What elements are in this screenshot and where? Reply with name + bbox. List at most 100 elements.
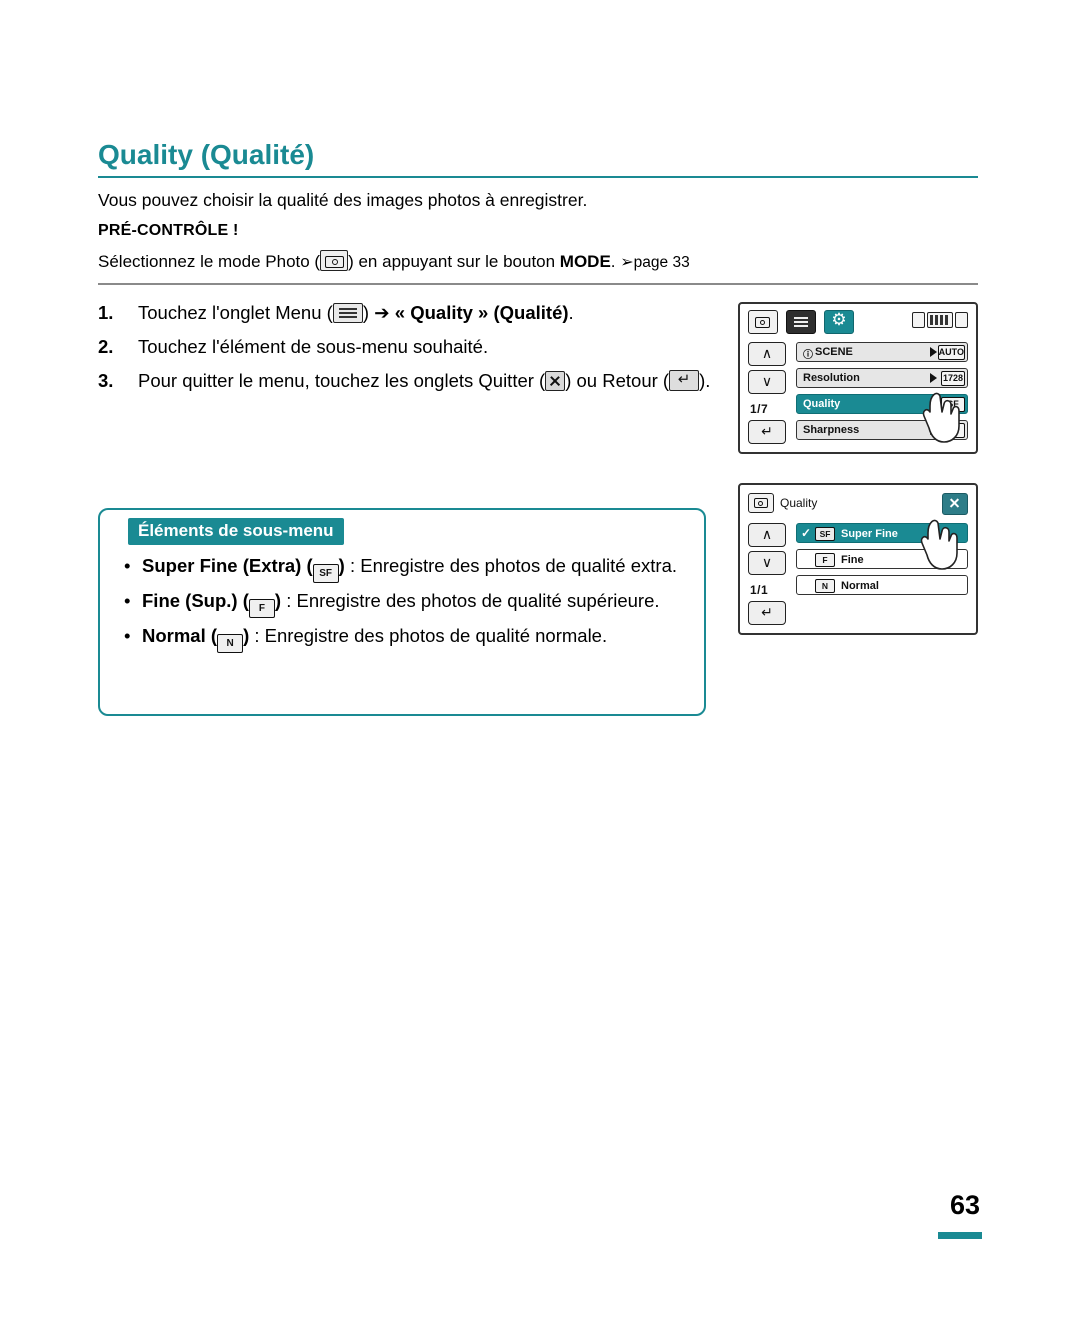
menu-tab-icon-device[interactable] xyxy=(786,310,816,334)
scroll-down-button[interactable]: ∨ xyxy=(748,370,786,394)
device-screen-quality: Quality ∧ ∨ 1/1 ↵ ✓ SF Super Fine F Fine xyxy=(738,483,978,635)
quality-screen-header: Quality xyxy=(748,493,817,513)
settings-gear-icon[interactable] xyxy=(824,310,854,334)
scroll-up-button[interactable]: ∧ xyxy=(748,342,786,366)
step-1-part4: . xyxy=(568,302,574,323)
step-1-part3: « Quality » (Qualité) xyxy=(389,302,569,323)
option-super-fine-icon: SF xyxy=(815,527,835,541)
submenu-heading: Éléments de sous-menu xyxy=(128,518,344,545)
step-2: 2. Touchez l'élément de sous-menu souhait… xyxy=(98,332,718,362)
option-fine-label: Fine xyxy=(841,554,864,566)
menu-row-sharpness-arrow-icon xyxy=(930,425,937,435)
quality-screen-title: Quality xyxy=(780,496,818,510)
quality-scroll-up-arrow: ∧ xyxy=(761,526,773,542)
memory-icon xyxy=(955,312,968,328)
option-fine[interactable]: F Fine xyxy=(796,549,968,569)
step-2-number: 2. xyxy=(98,336,114,357)
menu-row-scene-label: SCENE xyxy=(815,346,853,358)
menu-row-resolution-value: 1728 xyxy=(941,371,965,386)
super-fine-icon: SF xyxy=(312,564,339,583)
precheck-text: Sélectionnez le mode Photo ( ) en appuyan… xyxy=(98,250,690,275)
option-fine-icon: F xyxy=(815,553,835,567)
page-indicator: 1/7 xyxy=(750,402,769,416)
scene-mode-icon: ⓘ xyxy=(803,350,813,361)
camera-tab-icon[interactable] xyxy=(748,310,778,334)
step-3: 3. Pour quitter le menu, touchez les ongl… xyxy=(98,366,718,396)
scroll-down-arrow: ∨ xyxy=(761,373,773,389)
menu-row-quality-arrow-icon xyxy=(930,399,937,409)
title-divider xyxy=(98,176,978,178)
submenu-item-1-desc: : Enregistre des photos de qualité supér… xyxy=(281,590,660,611)
submenu-item-super-fine: • Super Fine (Extra) (SF) : Enregistre de… xyxy=(120,552,692,583)
step-3-part2: ) ou Retour ( xyxy=(565,370,670,391)
precheck-label: PRÉ-CONTRÔLE ! xyxy=(98,222,239,239)
menu-tab-icon xyxy=(332,303,363,323)
quality-scroll-up-button[interactable]: ∧ xyxy=(748,523,786,547)
option-super-fine[interactable]: ✓ SF Super Fine xyxy=(796,523,968,543)
step-3-part1: Pour quitter le menu, touchez les onglet… xyxy=(138,370,546,391)
close-icon[interactable] xyxy=(942,493,968,515)
device-screen-menu: ∧ ∨ 1/7 ↵ ⓘ SCENE AUTO Resolution 1728 xyxy=(738,302,978,454)
menu-row-scene-arrow-icon xyxy=(930,347,937,357)
status-indicators xyxy=(912,312,968,328)
submenu-item-2-desc: : Enregistre des photos de qualité norma… xyxy=(249,625,608,646)
step-1-part1: Touchez l'onglet Menu ( xyxy=(138,302,333,323)
option-super-fine-check-icon: ✓ xyxy=(801,526,812,540)
return-tab-icon xyxy=(669,370,700,391)
submenu-item-1-name: Fine (Sup.) xyxy=(142,590,238,611)
menu-row-resolution[interactable]: Resolution 1728 xyxy=(796,368,968,388)
mode-button-word: MODE xyxy=(559,252,611,271)
submenu-item-0-desc: : Enregistre des photos de qualité extra… xyxy=(344,555,677,576)
submenu-item-normal: • Normal (N) : Enregistre des photos de q… xyxy=(120,622,692,653)
step-1-arrow: ➔ xyxy=(374,302,390,323)
bullet-2: • xyxy=(124,590,131,611)
menu-row-sharpness[interactable]: Sharpness ■ xyxy=(796,420,968,440)
exit-tab-icon xyxy=(545,371,566,391)
menu-row-sharpness-label: Sharpness xyxy=(803,424,860,436)
menu-row-quality-value: SF xyxy=(941,397,965,412)
bullet-3: • xyxy=(124,625,131,646)
submenu-item-2-name: Normal xyxy=(142,625,206,646)
step-2-text: Touchez l'élément de sous-menu souhaité. xyxy=(138,336,489,357)
sd-card-icon xyxy=(912,312,925,328)
submenu-items: • Super Fine (Extra) (SF) : Enregistre de… xyxy=(120,552,692,657)
page-number: 63 xyxy=(949,1190,980,1220)
step-1-part2: ) xyxy=(362,302,375,323)
submenu-item-fine: • Fine (Sup.) (F) : Enregistre des photos… xyxy=(120,587,692,618)
step-1: 1. Touchez l'onglet Menu () ➔ « Quality »… xyxy=(98,298,718,328)
menu-row-quality[interactable]: Quality SF xyxy=(796,394,968,414)
menu-row-resolution-label: Resolution xyxy=(803,372,860,384)
page-ref-arrow: ➢ xyxy=(620,254,634,271)
photo-mode-icon-device xyxy=(748,493,774,513)
scroll-up-arrow: ∧ xyxy=(761,345,773,361)
menu-row-resolution-arrow-icon xyxy=(930,373,937,383)
precheck-divider xyxy=(98,283,978,285)
menu-row-scene-value: AUTO xyxy=(937,345,965,360)
quality-scroll-down-arrow: ∨ xyxy=(761,554,773,570)
intro-text: Vous pouvez choisir la qualité des image… xyxy=(98,190,588,210)
menu-row-scene[interactable]: ⓘ SCENE AUTO xyxy=(796,342,968,362)
precheck-part3: . xyxy=(610,252,621,271)
footer-accent-bar xyxy=(938,1232,982,1239)
title-block: Quality (Qualité) xyxy=(98,138,978,178)
menu-row-quality-label: Quality xyxy=(803,398,841,410)
back-arrow: ↵ xyxy=(761,423,773,439)
quality-back-arrow: ↵ xyxy=(761,604,773,620)
submenu-item-0-name: Super Fine (Extra) xyxy=(142,555,302,576)
option-normal-label: Normal xyxy=(841,580,879,592)
quality-scroll-down-button[interactable]: ∨ xyxy=(748,551,786,575)
photo-mode-icon xyxy=(320,250,349,271)
quality-page-indicator: 1/1 xyxy=(750,583,769,597)
step-3-number: 3. xyxy=(98,370,114,391)
quality-back-button[interactable]: ↵ xyxy=(748,601,786,625)
precheck-part2: ) en appuyant sur le bouton xyxy=(348,252,560,271)
option-normal[interactable]: N Normal xyxy=(796,575,968,595)
option-super-fine-label: Super Fine xyxy=(841,528,898,540)
battery-icon xyxy=(927,312,953,328)
normal-icon: N xyxy=(217,634,244,653)
steps-list: 1. Touchez l'onglet Menu () ➔ « Quality »… xyxy=(98,298,718,400)
page-reference: page 33 xyxy=(633,254,690,271)
back-button[interactable]: ↵ xyxy=(748,420,786,444)
precheck-part1: Sélectionnez le mode Photo ( xyxy=(98,252,321,271)
device-topbar xyxy=(746,310,970,336)
